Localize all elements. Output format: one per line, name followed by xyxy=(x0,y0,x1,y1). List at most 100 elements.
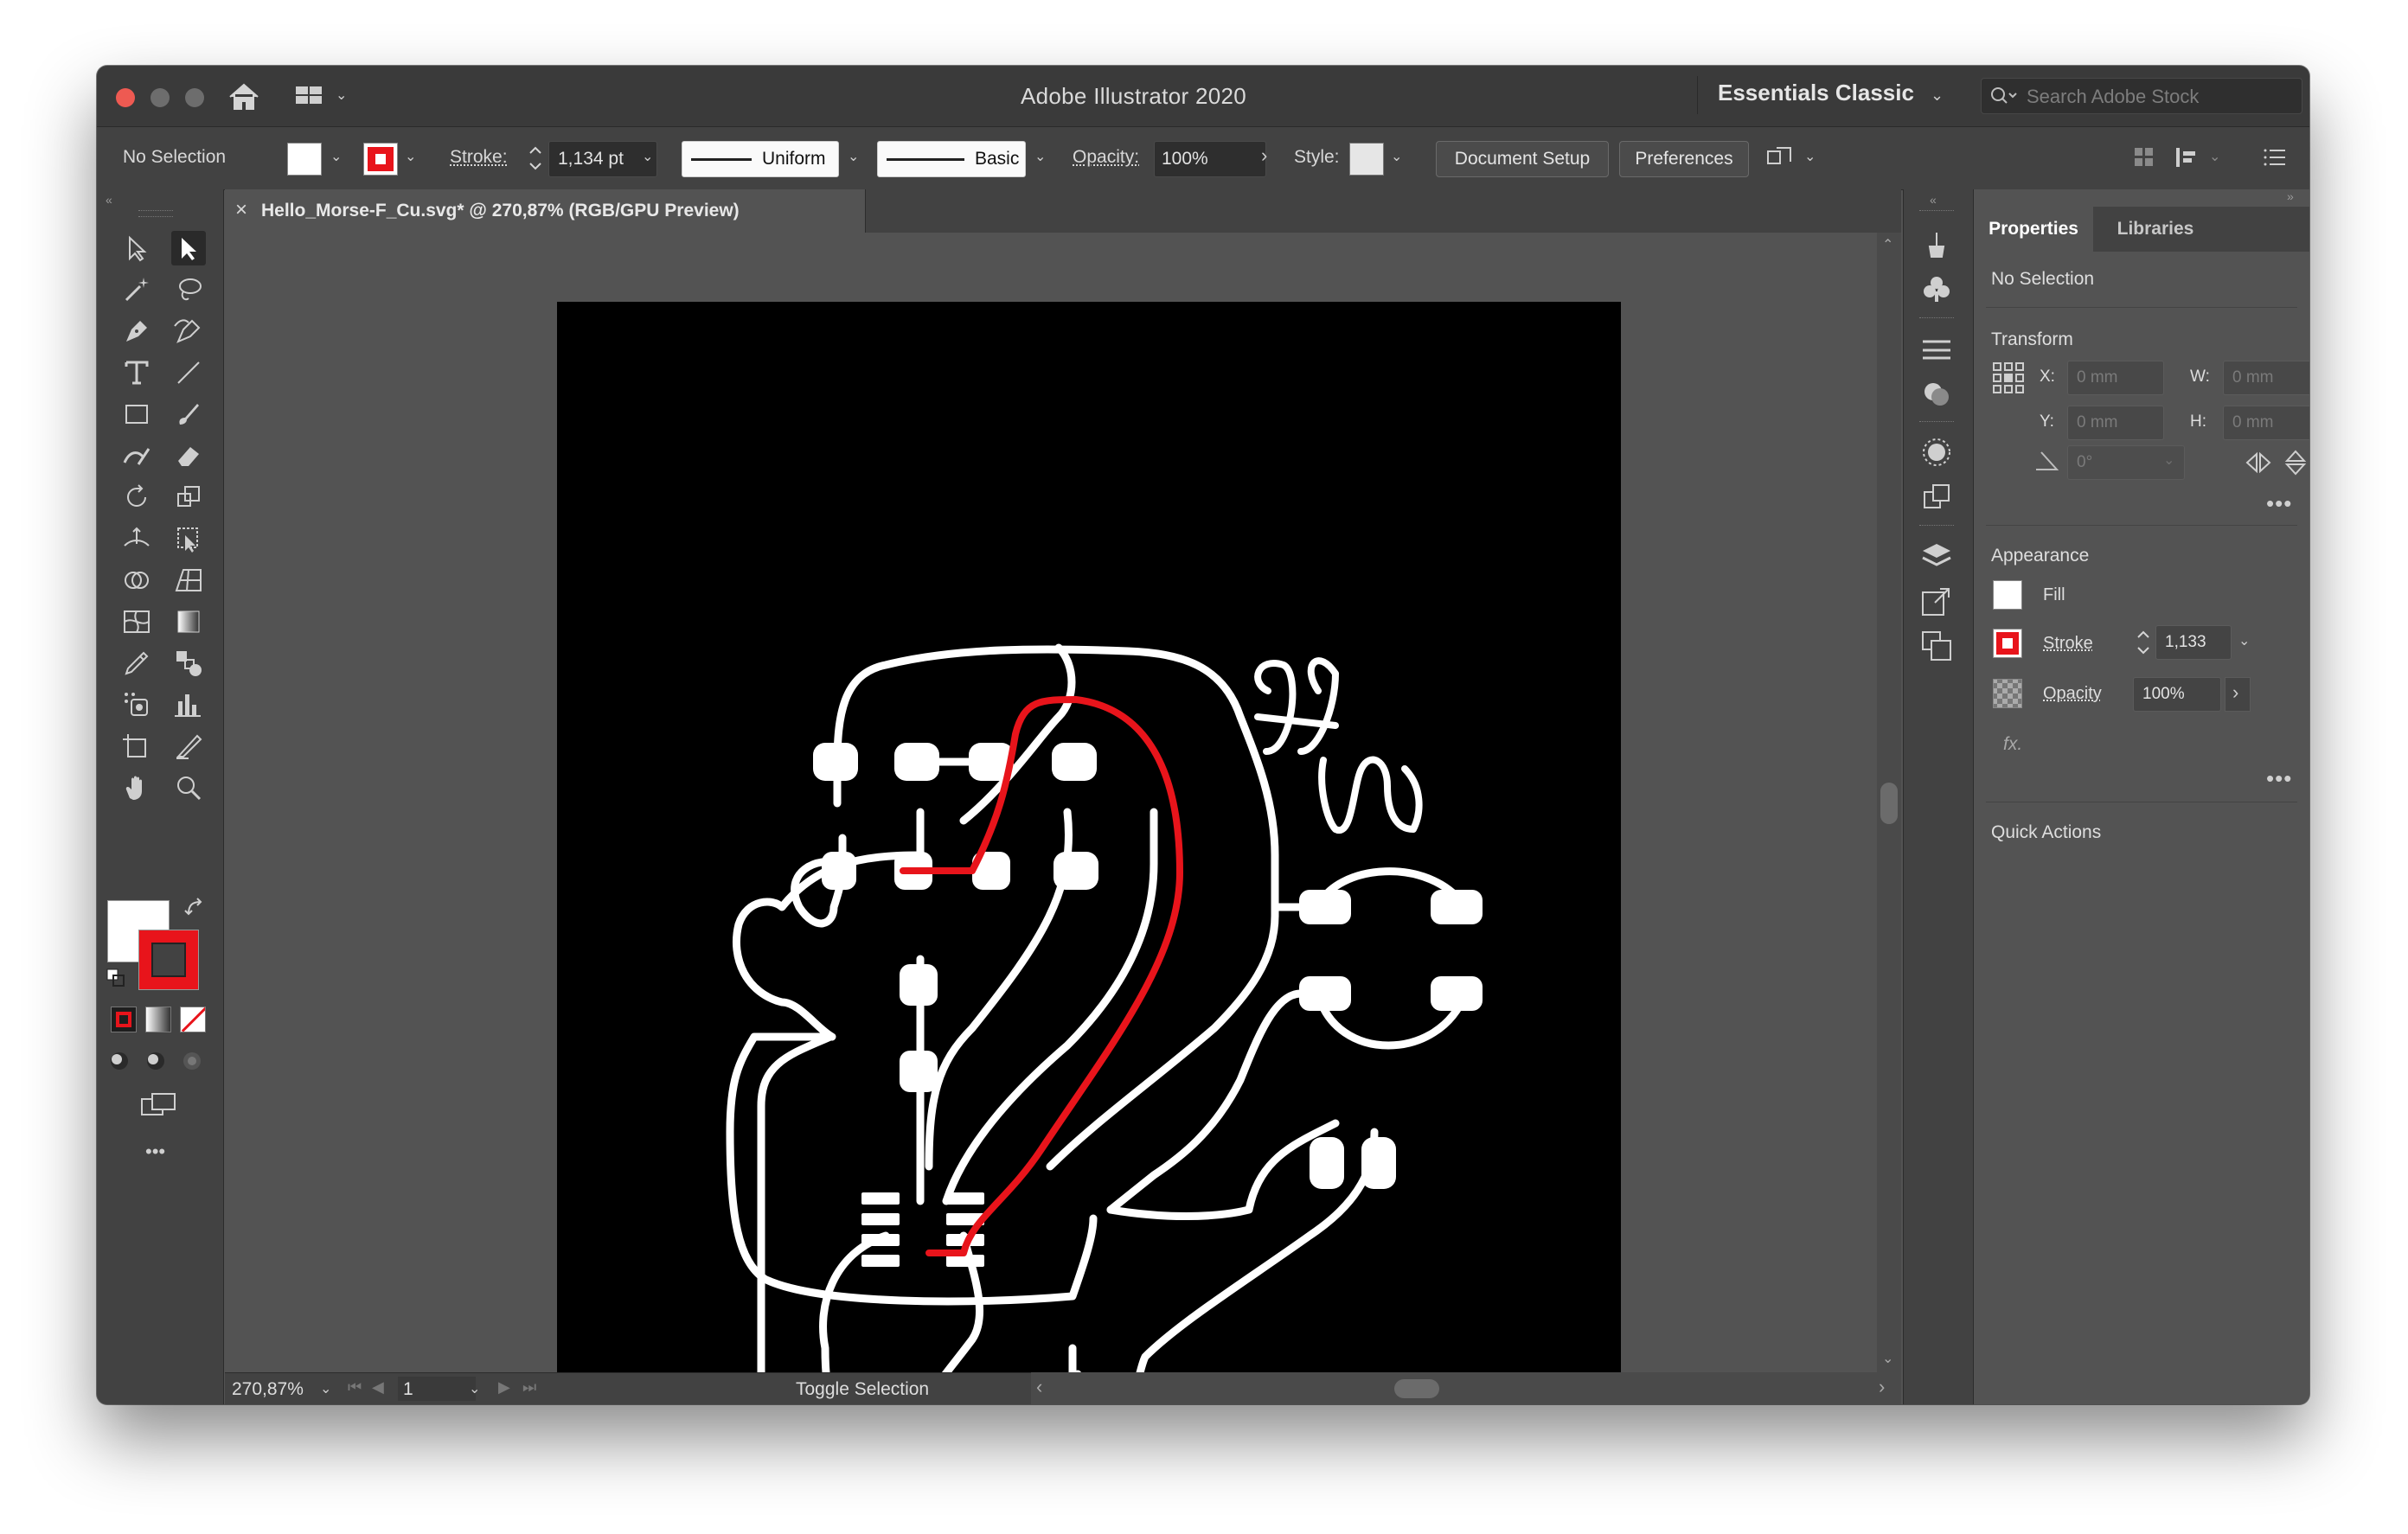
opacity-panel-input[interactable]: 100% xyxy=(2133,677,2221,712)
tab-libraries[interactable]: Libraries xyxy=(2104,207,2207,252)
toolbar-grip[interactable] xyxy=(138,210,173,217)
eraser-icon[interactable] xyxy=(171,438,206,473)
scroll-right-icon[interactable]: › xyxy=(1879,1376,1885,1398)
mesh-icon[interactable] xyxy=(119,604,154,639)
arrange-documents-icon[interactable] xyxy=(294,83,329,109)
default-fill-stroke-icon[interactable] xyxy=(106,968,126,988)
shaper-icon[interactable] xyxy=(119,438,154,473)
flip-horizontal-icon[interactable] xyxy=(2244,451,2273,475)
fx-effects-button[interactable]: fx. xyxy=(2003,734,2022,755)
free-transform-icon[interactable] xyxy=(171,521,206,556)
collapse-panel-icon[interactable]: » xyxy=(2287,189,2294,203)
brushes-icon[interactable] xyxy=(1919,227,1954,262)
collapse-toolbar-icon[interactable]: « xyxy=(106,193,112,207)
arrange-icon[interactable] xyxy=(1764,143,1796,172)
arrange-chevron-down-icon[interactable]: ⌄ xyxy=(1804,148,1816,165)
workspace-chevron-down-icon[interactable]: ⌄ xyxy=(1931,86,1944,105)
artboard-icon[interactable] xyxy=(119,729,154,764)
status-text[interactable]: Toggle Selection xyxy=(796,1379,929,1400)
document-setup-button[interactable]: Document Setup xyxy=(1436,141,1609,177)
scroll-left-icon[interactable]: ‹ xyxy=(1036,1376,1042,1398)
close-window-button[interactable] xyxy=(116,88,135,107)
opacity-label[interactable]: Opacity: xyxy=(1073,147,1139,168)
collapse-dock-icon[interactable]: « xyxy=(1930,193,1937,207)
profile-chevron-down-icon[interactable]: ⌄ xyxy=(848,148,859,165)
graphic-style-swatch[interactable] xyxy=(1349,143,1384,176)
stroke-swatch-panel[interactable] xyxy=(1993,629,2022,658)
type-icon[interactable] xyxy=(119,355,154,390)
appearance-more-options-button[interactable]: ••• xyxy=(2266,765,2292,792)
first-artboard-icon[interactable]: ⏮ xyxy=(348,1378,362,1397)
flip-vertical-icon[interactable] xyxy=(2283,449,2308,476)
vertical-scroll-thumb[interactable] xyxy=(1880,783,1898,824)
edit-toolbar-button[interactable]: ••• xyxy=(145,1141,165,1163)
artboard-chevron-down-icon[interactable]: ⌄ xyxy=(469,1380,480,1397)
close-tab-icon[interactable]: × xyxy=(235,198,247,222)
opacity-chevron-right-icon[interactable]: › xyxy=(1261,144,1267,167)
opacity-link-label[interactable]: Opacity xyxy=(2043,684,2102,704)
rotation-input[interactable]: 0° ⌄ xyxy=(2067,445,2185,480)
home-icon[interactable] xyxy=(227,81,261,112)
stroke-swatch[interactable] xyxy=(363,143,398,176)
horizontal-scroll-thumb[interactable] xyxy=(1394,1379,1439,1398)
scroll-down-icon[interactable]: ⌄ xyxy=(1882,1350,1893,1367)
scroll-up-icon[interactable]: ⌃ xyxy=(1882,236,1893,253)
stroke-color-box[interactable] xyxy=(138,930,199,990)
zoom-icon[interactable] xyxy=(171,770,206,805)
workspace-switcher[interactable]: Essentials Classic xyxy=(1718,80,1914,106)
previous-artboard-icon[interactable]: ◀ xyxy=(372,1378,384,1397)
stroke-weight-panel-chevron-icon[interactable]: ⌄ xyxy=(2238,632,2250,649)
symbol-sprayer-icon[interactable] xyxy=(119,687,154,722)
lasso-icon[interactable] xyxy=(171,272,206,307)
opacity-input[interactable]: 100% xyxy=(1154,141,1266,177)
pcb-artwork[interactable] xyxy=(557,302,1621,1404)
stroke-weight-panel-input[interactable]: 1,133 xyxy=(2155,625,2232,660)
export-icon[interactable] xyxy=(1919,584,1954,618)
dock-grip[interactable] xyxy=(1919,210,1954,214)
distribute-chevron-down-icon[interactable]: ⌄ xyxy=(2209,148,2220,165)
canvas-area[interactable] xyxy=(225,233,1877,1404)
distribute-icon[interactable] xyxy=(2173,144,2202,170)
stroke-link-label[interactable]: Stroke xyxy=(2043,634,2093,654)
blend-icon[interactable] xyxy=(171,646,206,681)
brush-definition-select[interactable]: Basic xyxy=(877,141,1026,177)
drawing-modes-icon[interactable] xyxy=(107,1047,211,1075)
slice-icon[interactable] xyxy=(171,729,206,764)
transform-more-options-button[interactable]: ••• xyxy=(2266,490,2292,517)
width-icon[interactable] xyxy=(119,521,154,556)
curvature-icon[interactable] xyxy=(171,314,206,348)
h-input[interactable]: 0 mm xyxy=(2223,406,2309,440)
x-input[interactable]: 0 mm xyxy=(2067,361,2164,395)
appearance-icon[interactable] xyxy=(1919,435,1954,470)
stroke-weight-chevron-down-icon[interactable]: ⌄ xyxy=(642,148,653,165)
variable-width-profile-select[interactable]: Uniform xyxy=(682,141,839,177)
column-graph-icon[interactable] xyxy=(171,687,206,722)
line-segment-icon[interactable] xyxy=(171,355,206,390)
style-chevron-down-icon[interactable]: ⌄ xyxy=(1391,148,1402,165)
last-artboard-icon[interactable]: ⏭ xyxy=(522,1378,536,1397)
artboard-number-input[interactable]: 1 xyxy=(398,1377,476,1401)
paintbrush-icon[interactable] xyxy=(171,397,206,431)
perspective-grid-icon[interactable] xyxy=(171,563,206,598)
stroke-stepper-icon[interactable] xyxy=(526,141,545,176)
align-icon[interactable] xyxy=(2131,144,2157,170)
chevron-down-icon[interactable]: ⌄ xyxy=(336,86,347,104)
reference-point-icon[interactable] xyxy=(1991,361,2026,395)
stroke-chevron-down-icon[interactable]: ⌄ xyxy=(405,148,416,165)
color-mode-button[interactable] xyxy=(111,1007,137,1032)
asset-export-icon[interactable] xyxy=(1919,480,1954,515)
zoom-chevron-down-icon[interactable]: ⌄ xyxy=(320,1380,331,1397)
screen-mode-icon[interactable] xyxy=(138,1090,180,1120)
preferences-button[interactable]: Preferences xyxy=(1619,141,1749,177)
opacity-slider-toggle[interactable]: › xyxy=(2225,677,2251,712)
panel-menu-icon[interactable] xyxy=(2263,146,2289,169)
document-tab[interactable]: × Hello_Morse-F_Cu.svg* @ 270,87% (RGB/G… xyxy=(225,189,866,233)
swap-fill-stroke-icon[interactable] xyxy=(183,897,206,919)
symbols-icon[interactable] xyxy=(1919,272,1954,307)
zoom-window-button[interactable] xyxy=(185,88,204,107)
stroke-panel-icon[interactable] xyxy=(1919,331,1954,366)
eyedropper-icon[interactable] xyxy=(119,646,154,681)
hand-icon[interactable] xyxy=(119,770,154,805)
artboards-panel-icon[interactable] xyxy=(1919,629,1954,663)
gradient-icon[interactable] xyxy=(171,604,206,639)
